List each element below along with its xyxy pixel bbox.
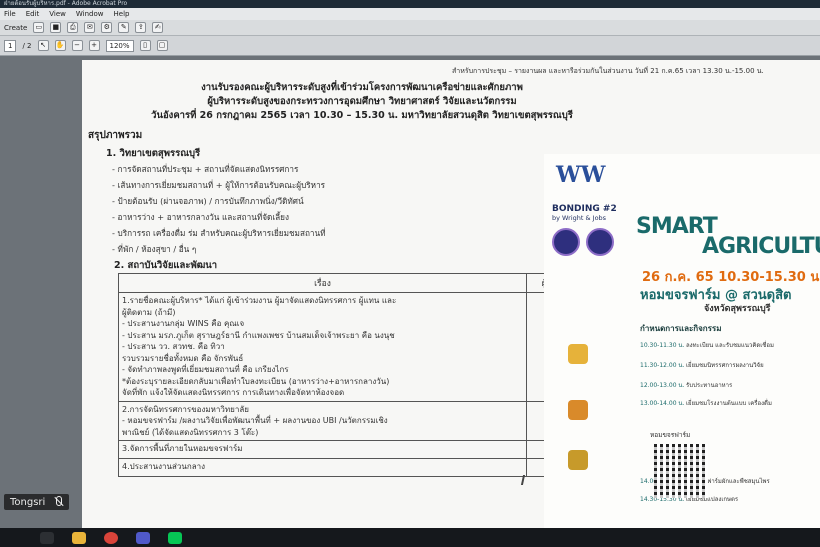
file-explorer-icon[interactable]: [72, 531, 86, 544]
zoom-level-select[interactable]: 120%: [105, 39, 134, 52]
zoom-out-icon[interactable]: −: [71, 40, 83, 51]
schedule-time: 13.00-14.00 น.: [640, 400, 685, 407]
chrome-icon[interactable]: [104, 531, 118, 544]
poster-bonding: BONDING #2: [552, 204, 617, 214]
email-icon[interactable]: ✉: [84, 22, 96, 33]
section1-item: - บริการรถ เครื่องดื่ม ร่ม สำหรับคณะผู้บ…: [112, 228, 326, 238]
document-title-line-3: วันอังคารที่ 26 กรกฎาคม 2565 เวลา 10.30 …: [151, 110, 573, 121]
save-icon[interactable]: ■: [50, 22, 62, 33]
cell-line: รวบรวมรายชื่อทั้งหมด คือ จักรพันธ์: [122, 353, 244, 363]
cell-line: ผู้ติดตาม (ถ้ามี): [122, 307, 176, 317]
cell-line: จัดที่พัก แจ้งให้จัดแสดงนิทรรศการ การเดิ…: [122, 388, 345, 397]
mouse-cursor-icon: [520, 475, 532, 485]
schedule-text: เยี่ยมชมโรงงานต้นแบบ เครื่องดื่ม: [686, 400, 772, 407]
select-arrow-icon[interactable]: ↖: [37, 40, 49, 51]
cell-line: - จัดทำภาพลงพูดที่เยี่ยมชมสถานที่ คือ เก…: [122, 365, 289, 374]
section2-heading: 2. สถาบันวิจัยและพัฒนา: [114, 260, 218, 271]
schedule-time: 10.30-11.30 น.: [640, 342, 685, 349]
schedule-item: 13.00-14.00 น. เยี่ยมชมโรงงานต้นแบบ เครื่…: [640, 398, 772, 408]
summary-heading: สรุปภาพรวม: [88, 130, 143, 141]
schedule-item: 12.00-13.00 น. รับประทานอาหาร: [640, 380, 732, 390]
schedule-time: 12.00-13.00 น.: [640, 382, 685, 389]
schedule-text: เยี่ยมชมนิทรรศการผลงานวิจัย: [686, 362, 764, 369]
page-number-input[interactable]: 1: [4, 39, 17, 52]
top-note: สำหรับการประชุม – รายงานผล และหารือร่วมก…: [452, 67, 764, 75]
cell-line: 4.ประสานงานส่วนกลาง: [122, 462, 206, 471]
table-cell-topic: 3.จัดการพื้นที่ภายในหอมขจรฟาร์ม: [118, 440, 527, 459]
section1-heading: 1. วิทยาเขตสุพรรณบุรี: [106, 148, 201, 159]
badge-icon: [552, 228, 580, 256]
table-cell-topic: 2.การจัดนิทรรศการของมหาวิทยาลัย - หอมขจร…: [118, 400, 527, 441]
poster-province: จังหวัดสุพรรณบุรี: [704, 304, 771, 314]
fit-page-icon[interactable]: ▯: [139, 40, 151, 51]
menu-file[interactable]: File: [4, 8, 16, 20]
document-title-line-1: งานรับรองคณะผู้บริหารระดับสูงที่เข้าร่วม…: [201, 82, 523, 93]
share-icon[interactable]: ⇪: [135, 22, 147, 33]
farm-icon: [568, 344, 588, 364]
task-view-icon[interactable]: [40, 531, 54, 544]
tractor-icon: [568, 450, 588, 470]
poster-agriculture: AGRICULTURE: [702, 234, 820, 259]
section1-item: - ป้ายต้อนรับ (ผ่านจอภาพ) / การบันทึกภาพ…: [112, 196, 304, 206]
cell-line: 3.จัดการพื้นที่ภายในหอมขจรฟาร์ม: [122, 444, 243, 453]
navigation-toolbar: 1 / 2 ↖ ✋ − + 120% ▯ ▢: [0, 36, 820, 56]
teams-icon[interactable]: [136, 531, 150, 544]
settings-icon[interactable]: ⚙: [101, 22, 113, 33]
open-folder-icon[interactable]: ▭: [33, 22, 45, 33]
participant-name: Tongsri: [10, 496, 46, 508]
section1-item: - อาหารว่าง + อาหารกลางวัน และสถานที่จัด…: [112, 212, 289, 222]
qr-code-icon: [654, 444, 708, 498]
cell-line: - ประสานงานกลุ่ม WINS คือ คุณเจ: [122, 319, 245, 328]
table-header: เรื่อง: [118, 273, 527, 293]
cell-line: *ต้องระบุรายละเอียดกลับมาเพื่อทำใบลงทะเบ…: [122, 376, 390, 386]
fit-width-icon[interactable]: ▢: [156, 40, 168, 51]
section1-item: - เส้นทางการเยี่ยมชมสถานที่ + ผู้ให้การต…: [112, 180, 326, 190]
menu-window[interactable]: Window: [76, 8, 104, 20]
participant-name-tag: Tongsri: [4, 494, 70, 510]
qr-label: หอมขจรฟาร์ม: [650, 431, 691, 439]
section1-item: - ที่พัก / ห้องสุขา / อื่น ๆ: [112, 244, 197, 254]
schedule-item: 10.30-11.30 น. ลงทะเบียน และรับชมแนวคิดเช…: [640, 340, 774, 350]
org-logo: WW: [556, 162, 606, 188]
mic-muted-icon: [53, 496, 63, 508]
zoom-in-icon[interactable]: +: [88, 40, 100, 51]
table-cell-topic: 4.ประสานงานส่วนกลาง: [118, 458, 527, 477]
print-icon[interactable]: ⎙: [67, 22, 79, 33]
sign-icon[interactable]: ✍: [152, 22, 164, 33]
document-viewport[interactable]: สำหรับการประชุม – รายงานผล และหารือร่วมก…: [0, 56, 820, 528]
main-toolbar: Create ▭ ■ ⎙ ✉ ⚙ ✎ ⇪ ✍: [0, 20, 820, 36]
cell-line: - หอมขจรฟาร์ม /ผลงานวิจัยเพื่อพัฒนาพื้นท…: [122, 416, 388, 425]
cell-line: - ประสาน มรภ.ภูเก็ต สุราษฎร์ธานี กำแพงเพ…: [122, 330, 395, 340]
section1-item: - การจัดสถานที่ประชุม + สถานที่จัดแสดงนิ…: [112, 164, 299, 174]
cell-line: พาณิชย์ (ได้จัดแสดงนิทรรศการ 3 โต๊ะ): [122, 427, 259, 437]
greenhouse-icon: [568, 400, 588, 420]
create-button[interactable]: Create: [4, 24, 27, 32]
poster-by: by Wright & Jobs: [552, 214, 607, 222]
table-cell-topic: 1.รายชื่อคณะผู้บริหาร* ได้แก่ ผู้เข้าร่ว…: [118, 292, 527, 402]
cell-line: 1.รายชื่อคณะผู้บริหาร* ได้แก่ ผู้เข้าร่ว…: [122, 296, 397, 305]
schedule-text: ลงทะเบียน และรับชมแนวคิดเชื่อม: [686, 342, 774, 349]
line-icon[interactable]: [168, 531, 182, 544]
document-title-line-2: ผู้บริหารระดับสูงของกระทรวงการอุดมศึกษา …: [207, 96, 517, 107]
cell-line: 2.การจัดนิทรรศการของมหาวิทยาลัย: [122, 404, 249, 414]
event-poster-image: WW BONDING #2 by Wright & Jobs SMART AGR…: [544, 154, 820, 528]
page-total: / 2: [22, 41, 32, 50]
schedule-heading: กำหนดการและกิจกรรม: [640, 324, 722, 333]
comment-icon[interactable]: ✎: [118, 22, 130, 33]
menu-edit[interactable]: Edit: [26, 8, 40, 20]
menu-help[interactable]: Help: [114, 8, 130, 20]
schedule-item: 11.30-12.00 น. เยี่ยมชมนิทรรศการผลงานวิจั…: [640, 360, 764, 370]
cell-line: - ประสาน วว. สวทช. คือ ทิวา: [122, 342, 225, 351]
window-titlebar: ฝ่ายต้อนรับผู้บริหาร.pdf - Adobe Acrobat…: [0, 0, 820, 8]
taskbar: [0, 528, 820, 547]
pdf-page: สำหรับการประชุม – รายงานผล และหารือร่วมก…: [82, 60, 820, 528]
badge-icon: [586, 228, 614, 256]
menu-view[interactable]: View: [49, 8, 66, 20]
menu-bar: File Edit View Window Help: [0, 8, 820, 20]
hand-tool-icon[interactable]: ✋: [54, 40, 66, 51]
schedule-text: รับประทานอาหาร: [686, 382, 733, 389]
schedule-time: 11.30-12.00 น.: [640, 362, 685, 369]
